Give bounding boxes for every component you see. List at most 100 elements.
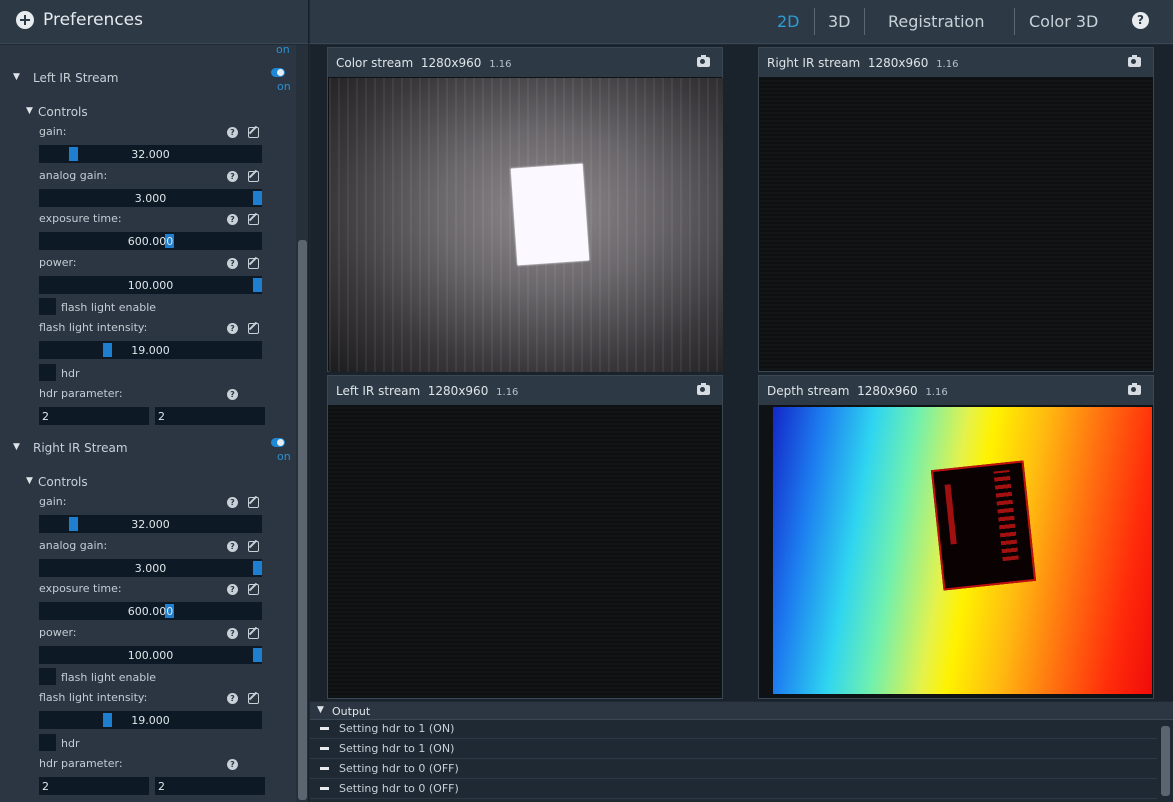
exposure-time-slider[interactable]: 600.000: [39, 602, 262, 620]
hdr-parameter-input-a[interactable]: 2: [39, 777, 149, 795]
preferences-title: Preferences: [43, 10, 143, 30]
help-icon[interactable]: ?: [227, 214, 238, 225]
section-title: Right IR Stream: [33, 441, 128, 455]
paper-sheet: [510, 163, 590, 266]
help-icon[interactable]: ?: [227, 759, 238, 770]
flash-light-enable-checkbox[interactable]: [39, 668, 56, 685]
gain-slider[interactable]: 32.000: [39, 515, 262, 533]
help-icon[interactable]: ?: [227, 171, 238, 182]
stream-title: Depth stream 1280x960 1.16: [767, 384, 948, 398]
preferences-header[interactable]: Preferences: [0, 0, 309, 44]
output-title: Output: [332, 705, 371, 718]
expand-triangle-icon[interactable]: ▼: [26, 106, 33, 116]
stream-toggle[interactable]: [271, 68, 285, 77]
left-ir-stream-view[interactable]: Left IR stream 1280x960 1.16: [327, 375, 723, 699]
help-icon[interactable]: ?: [227, 628, 238, 639]
help-icon[interactable]: ?: [227, 389, 238, 400]
hdr-checkbox[interactable]: [39, 364, 56, 381]
tab-3d[interactable]: 3D: [828, 12, 851, 31]
collapse-triangle-icon[interactable]: ▼: [317, 705, 324, 715]
flash-light-enable-label: flash light enable: [61, 301, 157, 314]
stream-title: Right IR stream 1280x960 1.16: [767, 56, 958, 70]
log-row: Setting hdr to 1 (ON): [310, 719, 1157, 739]
tab-registration[interactable]: Registration: [888, 12, 984, 31]
slider-value: 3.000: [134, 192, 167, 205]
tab-2d[interactable]: 2D: [777, 12, 800, 31]
edit-icon[interactable]: [248, 214, 259, 225]
log-text: Setting hdr to 1 (ON): [339, 742, 455, 755]
camera-icon[interactable]: [1128, 383, 1141, 395]
analog-gain-label: analog gain:: [39, 539, 108, 552]
slider-value: 19.000: [131, 344, 170, 357]
flash-light-intensity-label: flash light intensity:: [39, 321, 148, 334]
analog-gain-slider[interactable]: 3.000: [39, 559, 262, 577]
flash-light-enable-checkbox[interactable]: [39, 298, 56, 315]
depth-stream-view[interactable]: Depth stream 1280x960 1.16: [758, 375, 1154, 699]
expand-triangle-icon[interactable]: ▼: [26, 476, 33, 486]
exposure-time-label: exposure time:: [39, 212, 122, 225]
camera-icon[interactable]: [1128, 55, 1141, 67]
plus-circle-icon[interactable]: [16, 11, 34, 29]
toggle-on-label: on: [277, 450, 291, 463]
help-icon[interactable]: ?: [227, 541, 238, 552]
power-slider[interactable]: 100.000: [39, 646, 262, 664]
help-icon[interactable]: ?: [1132, 12, 1149, 29]
stream-resolution: 1280x960: [857, 384, 918, 398]
gain-slider[interactable]: 32.000: [39, 145, 262, 163]
edit-icon[interactable]: [248, 628, 259, 639]
gain-label: gain:: [39, 495, 67, 508]
output-header[interactable]: ▼ Output: [310, 702, 1173, 720]
flash-light-intensity-slider[interactable]: 19.000: [39, 711, 262, 729]
hdr-parameter-input-a[interactable]: 2: [39, 407, 149, 425]
slider-value: 600.000: [127, 605, 174, 618]
output-panel: ▼ Output Setting hdr to 1 (ON) Setting h…: [310, 702, 1173, 802]
help-icon[interactable]: ?: [227, 497, 238, 508]
color-stream-view[interactable]: Color stream 1280x960 1.16: [327, 47, 723, 372]
flash-light-intensity-label: flash light intensity:: [39, 691, 148, 704]
camera-icon[interactable]: [697, 55, 710, 67]
edit-icon[interactable]: [248, 258, 259, 269]
edit-icon[interactable]: [248, 127, 259, 138]
stream-name: Right IR stream: [767, 56, 861, 70]
edit-icon[interactable]: [248, 171, 259, 182]
output-scrollbar-thumb[interactable]: [1161, 726, 1170, 796]
stream-name: Left IR stream: [336, 384, 421, 398]
help-icon[interactable]: ?: [227, 258, 238, 269]
slider-value: 600.000: [127, 235, 174, 248]
expand-triangle-icon[interactable]: ▼: [13, 72, 20, 82]
dash-icon: [320, 747, 329, 750]
camera-icon[interactable]: [697, 383, 710, 395]
right-ir-stream-image: [760, 78, 1152, 370]
help-icon[interactable]: ?: [227, 127, 238, 138]
right-ir-stream-view[interactable]: Right IR stream 1280x960 1.16: [758, 47, 1154, 372]
expand-triangle-icon[interactable]: ▼: [13, 442, 20, 452]
hdr-parameter-input-b[interactable]: 2: [155, 777, 265, 795]
stream-toggle[interactable]: [271, 438, 285, 447]
power-slider[interactable]: 100.000: [39, 276, 262, 294]
log-row: Setting hdr to 0 (OFF): [310, 759, 1157, 779]
help-icon[interactable]: ?: [227, 693, 238, 704]
edit-icon[interactable]: [248, 541, 259, 552]
slider-value: 3.000: [134, 562, 167, 575]
log-row: Setting hdr to 1 (ON): [310, 739, 1157, 759]
tab-color-3d[interactable]: Color 3D: [1029, 12, 1098, 31]
log-row: Setting hdr to 0 (OFF): [310, 779, 1157, 799]
stream-title: Left IR stream 1280x960 1.16: [336, 384, 518, 398]
exposure-time-slider[interactable]: 600.000: [39, 232, 262, 250]
panel-scrollbar-thumb[interactable]: [298, 240, 307, 800]
help-icon[interactable]: ?: [227, 323, 238, 334]
dash-icon: [320, 767, 329, 770]
hdr-parameter-input-b[interactable]: 2: [155, 407, 265, 425]
stream-header: Left IR stream 1280x960 1.16: [328, 376, 722, 405]
edit-icon[interactable]: [248, 323, 259, 334]
edit-icon[interactable]: [248, 584, 259, 595]
flash-light-intensity-slider[interactable]: 19.000: [39, 341, 262, 359]
stream-resolution: 1280x960: [420, 56, 482, 70]
power-label: power:: [39, 256, 77, 269]
analog-gain-slider[interactable]: 3.000: [39, 189, 262, 207]
slider-value: 32.000: [131, 518, 170, 531]
hdr-checkbox[interactable]: [39, 734, 56, 751]
edit-icon[interactable]: [248, 693, 259, 704]
edit-icon[interactable]: [248, 497, 259, 508]
help-icon[interactable]: ?: [227, 584, 238, 595]
